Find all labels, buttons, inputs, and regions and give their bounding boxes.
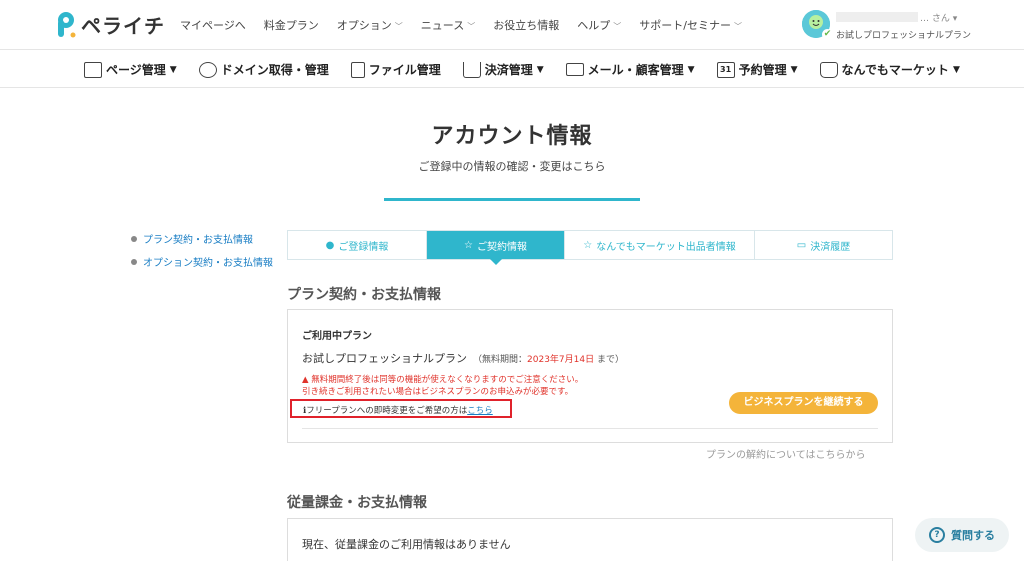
- question-icon: ?: [929, 527, 945, 543]
- continue-business-plan-button[interactable]: ビジネスプランを継続する: [729, 392, 878, 414]
- mail-icon: [565, 63, 584, 76]
- chevron-down-icon: ﹀: [733, 22, 742, 31]
- bag-icon: [819, 61, 838, 78]
- nav-support[interactable]: サポート/セミナー ﹀: [639, 17, 742, 33]
- logo[interactable]: ペライチ: [55, 10, 165, 39]
- plan-section-heading: プラン契約・お支払情報: [287, 287, 441, 303]
- sidenav-item-plan[interactable]: プラン契約・お支払情報: [131, 231, 273, 246]
- mainnav-file[interactable]: ファイル管理: [350, 61, 441, 78]
- tab-market-seller[interactable]: ☆ なんでもマーケット出品者情報: [565, 231, 755, 259]
- chevron-down-icon: ﹀: [394, 22, 403, 31]
- mainnav-reserve[interactable]: 31 予約管理 ▼: [716, 61, 798, 78]
- free-plan-link[interactable]: こちら: [467, 406, 493, 416]
- nav-options[interactable]: オプション ﹀: [337, 17, 403, 33]
- usage-empty-text: 現在、従量課金のご利用情報はありません: [302, 538, 511, 551]
- usage-card: 現在、従量課金のご利用情報はありません: [287, 518, 893, 561]
- sidenav-item-option[interactable]: オプション契約・お支払情報: [131, 254, 273, 269]
- mainnav-mail[interactable]: メール・顧客管理 ▼: [565, 61, 695, 78]
- nav-pricing[interactable]: 料金プラン: [264, 17, 319, 33]
- main-nav: ページ管理 ▼ ドメイン取得・管理 ファイル管理 決済管理 ▼ メール・顧客管理…: [0, 51, 1024, 88]
- chevron-down-icon: ﹀: [467, 22, 476, 31]
- user-menu[interactable]: ✔ … さん ▾ お試しプロフェッショナルプラン: [802, 10, 1012, 42]
- title-divider: [384, 198, 640, 201]
- nav-mypage[interactable]: マイページへ: [180, 17, 246, 33]
- side-nav: プラン契約・お支払情報 オプション契約・お支払情報: [131, 231, 273, 277]
- user-name-suffix: … さん ▾: [920, 14, 958, 24]
- file-icon: [350, 61, 365, 78]
- page-icon: [84, 61, 102, 78]
- star-icon: ☆: [464, 239, 473, 251]
- bullet-icon: [131, 258, 137, 265]
- user-name-redacted: [836, 12, 918, 22]
- mainnav-market[interactable]: なんでもマーケット ▼: [819, 61, 960, 78]
- tab-registration[interactable]: ● ご登録情報: [288, 231, 427, 259]
- tab-contract[interactable]: ☆ ご契約情報: [427, 231, 565, 265]
- logo-icon: [55, 11, 77, 39]
- nav-help[interactable]: ヘルプ ﹀: [577, 17, 621, 33]
- top-header: ペライチ マイページへ 料金プラン オプション ﹀ ニュース ﹀ お役立ち情報 ヘル…: [0, 0, 1024, 50]
- current-plan: お試しプロフェッショナルプラン （無料期間：2023年7月14日 まで）: [302, 350, 624, 366]
- chevron-down-icon: ▼: [536, 64, 544, 75]
- chevron-down-icon: ▼: [687, 64, 695, 75]
- usage-section-heading: 従量課金・お支払情報: [287, 495, 427, 511]
- chevron-down-icon: ▼: [790, 64, 798, 75]
- user-plan: お試しプロフェッショナルプラン: [836, 31, 972, 41]
- chevron-down-icon: ▼: [952, 64, 960, 75]
- nav-tips[interactable]: お役立ち情報: [493, 17, 559, 33]
- page-title: アカウント情報: [431, 124, 593, 149]
- star-icon: ☆: [583, 239, 593, 251]
- free-plan-notice: ℹフリープランへの即時変更をご希望の方はこちら: [290, 399, 512, 418]
- page-subtitle: ご登録中の情報の確認・変更はこちら: [418, 160, 606, 173]
- account-tabs: ● ご登録情報 ☆ ご契約情報 ☆ なんでもマーケット出品者情報 ▭ 決済履歴: [287, 230, 893, 265]
- mainnav-payment[interactable]: 決済管理 ▼: [462, 61, 544, 78]
- check-icon: ✔: [822, 29, 833, 40]
- trial-period: （無料期間：2023年7月14日 まで）: [473, 355, 624, 365]
- logo-text: ペライチ: [81, 14, 165, 38]
- trial-warning: ▲ 無料期間終了後は同等の機能が使えなくなりますのでご注意ください。 引き続きご…: [302, 375, 584, 397]
- www-icon: [198, 61, 217, 78]
- current-plan-label: ご利用中プラン: [302, 331, 372, 342]
- mainnav-page[interactable]: ページ管理 ▼: [84, 61, 177, 78]
- plan-card: ご利用中プラン お試しプロフェッショナルプラン （無料期間：2023年7月14日 …: [287, 309, 893, 443]
- calendar-icon: 31: [716, 61, 735, 78]
- divider: [302, 428, 878, 429]
- trial-end-date: 2023年7月14日: [527, 355, 595, 365]
- help-button[interactable]: ? 質問する: [915, 518, 1009, 552]
- plan-name: お試しプロフェッショナルプラン: [302, 352, 467, 365]
- mainnav-domain[interactable]: ドメイン取得・管理: [198, 61, 329, 78]
- tab-payment-history[interactable]: ▭ 決済履歴: [755, 231, 892, 259]
- user-icon: ●: [325, 239, 335, 251]
- nav-news[interactable]: ニュース ﹀: [421, 17, 475, 33]
- card-icon: ▭: [796, 239, 807, 251]
- bullet-icon: [131, 235, 137, 242]
- top-nav: マイページへ 料金プラン オプション ﹀ ニュース ﹀ お役立ち情報 ヘルプ ﹀ サポ…: [180, 17, 760, 33]
- chevron-down-icon: ▼: [169, 64, 177, 75]
- chevron-down-icon: ﹀: [613, 22, 622, 31]
- cart-icon: [462, 61, 481, 78]
- plan-cancel-link[interactable]: プランの解約についてはこちらから: [706, 446, 866, 461]
